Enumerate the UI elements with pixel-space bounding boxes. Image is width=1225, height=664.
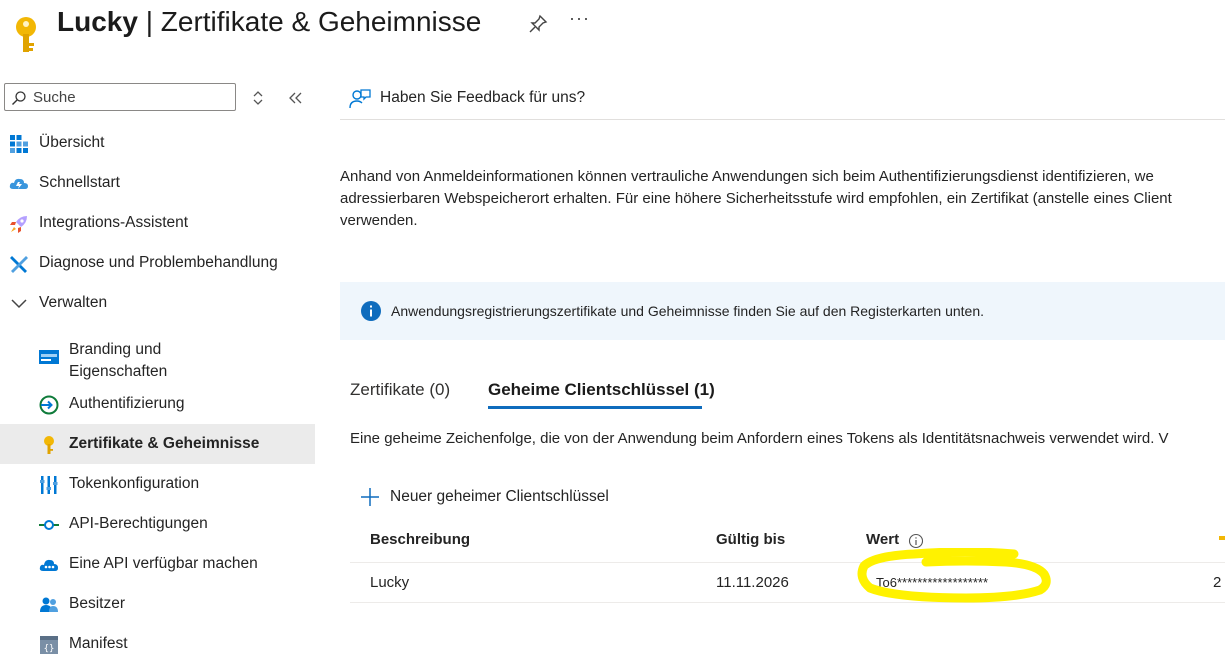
- sidebar-item-label: Zertifikate & Geheimnisse: [69, 435, 260, 452]
- tab-zertifikate[interactable]: Zertifikate (0): [350, 380, 450, 400]
- search-input[interactable]: [33, 87, 229, 107]
- sidebar-item-label: Branding und Eigenschaften: [69, 341, 168, 380]
- sidebar-item-label: Manifest: [69, 635, 128, 652]
- auth-icon: [39, 395, 59, 415]
- info-banner: Anwendungsregistrierungszertifikate und …: [340, 282, 1225, 340]
- divider: [350, 602, 1225, 603]
- token-icon: [40, 476, 58, 494]
- column-header-gueltig-bis[interactable]: Gültig bis: [716, 531, 785, 548]
- sidebar-item-label: Eine API verfügbar machen: [69, 555, 258, 572]
- column-header-beschreibung[interactable]: Beschreibung: [370, 531, 470, 548]
- cloud-api-icon: [39, 559, 58, 571]
- manifest-icon: {}: [40, 636, 58, 654]
- secret-description: Eine geheime Zeichenfolge, die von der A…: [350, 430, 1169, 447]
- tab-geheime-clientschluessel[interactable]: Geheime Clientschlüssel (1): [488, 380, 715, 400]
- more-options-button[interactable]: ···: [569, 8, 590, 29]
- new-client-secret-label: Neuer geheimer Clientschlüssel: [390, 488, 609, 505]
- column-header-wert[interactable]: Wert: [866, 531, 899, 548]
- rocket-icon: [10, 216, 27, 233]
- chevron-down-icon: [11, 299, 27, 309]
- key-icon: [16, 17, 36, 52]
- sidebar-item-zertifikate[interactable]: Zertifikate & Geheimnisse: [0, 424, 315, 464]
- active-tab-indicator: [488, 406, 702, 409]
- sidebar-item-label: Diagnose und Problembehandlung: [39, 254, 278, 271]
- column-header-partial: [1219, 536, 1225, 540]
- plus-icon: [361, 488, 379, 506]
- cell-expires: 11.11.2026: [716, 574, 789, 591]
- collapse-sidebar-icon[interactable]: [287, 90, 303, 106]
- feedback-icon: [349, 89, 371, 109]
- api-permission-icon: [39, 520, 59, 530]
- sidebar-item-api-berechtigungen[interactable]: API-Berechtigungen: [0, 504, 315, 544]
- search-icon: [12, 91, 26, 105]
- info-banner-text: Anwendungsregistrierungszertifikate und …: [391, 303, 985, 319]
- sidebar-item-label: Authentifizierung: [69, 395, 185, 412]
- sidebar-item-uebersicht[interactable]: Übersicht: [0, 123, 315, 163]
- cell-extra: 2: [1213, 574, 1222, 591]
- feedback-label: Haben Sie Feedback für uns?: [380, 89, 586, 106]
- pin-icon[interactable]: [528, 14, 548, 34]
- sort-updown-icon[interactable]: [251, 90, 265, 106]
- sidebar-item-label: Übersicht: [39, 134, 105, 151]
- sidebar-item-branding[interactable]: Branding und Eigenschaften: [0, 331, 315, 380]
- grid-icon: [10, 135, 28, 153]
- sidebar-group-verwalten[interactable]: Verwalten: [0, 283, 315, 323]
- sidebar-item-label: Tokenkonfiguration: [69, 475, 200, 492]
- search-box[interactable]: [4, 83, 236, 111]
- page-title: Lucky | Zertifikate & Geheimnisse: [57, 6, 481, 38]
- sidebar-item-label: Integrations-Assistent: [39, 214, 189, 231]
- sidebar-item-label: Besitzer: [69, 595, 125, 612]
- sidebar-item-authentifizierung[interactable]: Authentifizierung: [0, 384, 315, 424]
- title-separator: |: [137, 6, 161, 37]
- app-name: Lucky: [57, 6, 138, 37]
- divider: [340, 119, 1225, 120]
- key-icon: [44, 436, 54, 454]
- sidebar-item-besitzer[interactable]: Besitzer: [0, 584, 315, 624]
- description-line: verwenden.: [340, 212, 418, 229]
- description-line: adressierbaren Webspeicherort erhalten. …: [340, 190, 1172, 207]
- page-title-text: Zertifikate & Geheimnisse: [160, 6, 482, 37]
- highlight-marker-annotation: [857, 548, 1051, 603]
- cloud-icon: [9, 178, 29, 189]
- sidebar-item-integrations-assistent[interactable]: Integrations-Assistent: [0, 203, 315, 243]
- cell-description: Lucky: [370, 574, 410, 591]
- sidebar-item-api-verfuegbar[interactable]: Eine API verfügbar machen: [0, 544, 315, 584]
- sidebar-item-label: Schnellstart: [39, 174, 120, 191]
- info-icon: [361, 301, 381, 321]
- sidebar-item-label: API-Berechtigungen: [69, 515, 208, 532]
- sidebar-item-manifest[interactable]: {} Manifest: [0, 624, 315, 664]
- sidebar-item-diagnose[interactable]: Diagnose und Problembehandlung: [0, 243, 315, 283]
- sidebar-item-label: Verwalten: [39, 294, 108, 311]
- svg-text:{}: {}: [44, 644, 55, 654]
- owners-icon: [40, 597, 58, 612]
- description-line: Anhand von Anmeldeinformationen können v…: [340, 168, 1154, 185]
- sidebar-item-schnellstart[interactable]: Schnellstart: [0, 163, 315, 203]
- divider: [350, 562, 1225, 563]
- tools-icon: [10, 256, 28, 273]
- branding-icon: [39, 350, 59, 364]
- sidebar-item-tokenkonfiguration[interactable]: Tokenkonfiguration: [0, 464, 315, 504]
- info-circle-icon[interactable]: [908, 533, 924, 549]
- page-description: Anhand von Anmeldeinformationen können v…: [340, 166, 1225, 232]
